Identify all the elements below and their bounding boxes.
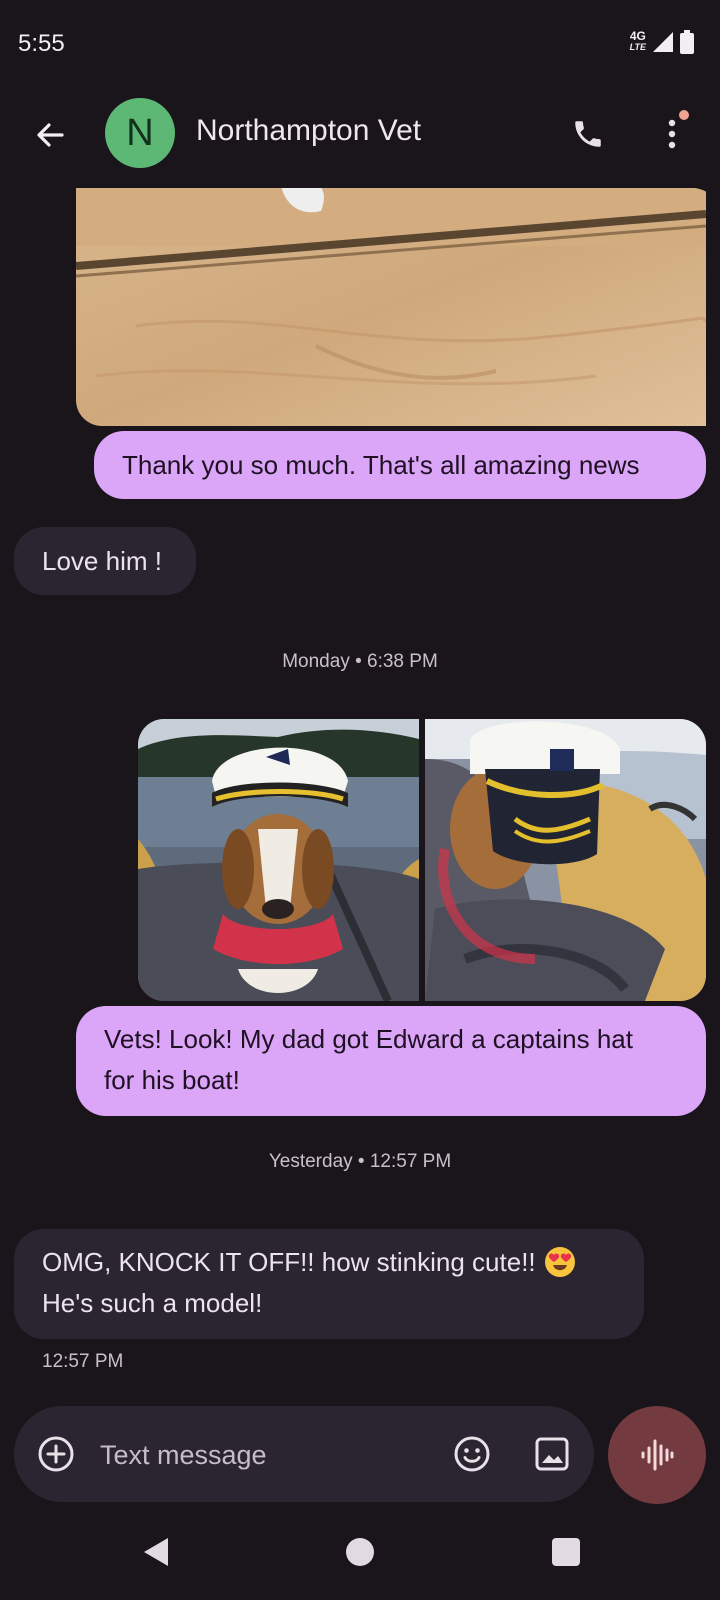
status-bar: 5:55 4G LTE [0,0,720,90]
emoji-icon [454,1436,490,1472]
heart-eyes-emoji-icon [544,1247,575,1277]
photo-attachment-group [138,719,706,1001]
contact-name[interactable]: Northampton Vet [196,114,421,148]
status-icons: 4G LTE [630,30,694,54]
message-timestamp: 12:57 PM [42,1351,124,1372]
outgoing-message-bubble[interactable]: Vets! Look! My dad got Edward a captains… [76,1006,706,1116]
message-input[interactable] [98,1432,422,1478]
add-attachment-button[interactable] [34,1432,78,1476]
conversation-header: N Northampton Vet [0,90,720,190]
outgoing-message-bubble[interactable]: Thank you so much. That's all amazing ne… [94,431,706,499]
network-type-indicator: 4G LTE [629,29,646,52]
message-thread[interactable]: Thank you so much. That's all amazing ne… [0,188,720,1400]
notification-dot [679,110,689,120]
message-text-line: Vets! Look! My dad got Edward a captains… [104,1024,633,1054]
voice-message-button[interactable] [608,1406,706,1504]
date-divider: Yesterday • 12:57 PM [268,1151,452,1172]
arrow-left-icon [37,123,64,147]
message-text: Love him ! [42,546,162,576]
message-photo[interactable] [138,719,419,1001]
message-photo[interactable] [425,719,706,1001]
plus-circle-icon [38,1436,74,1472]
incoming-message-bubble[interactable]: OMG, KNOCK IT OFF!! how stinking cute!! … [14,1229,644,1339]
message-text-line: OMG, KNOCK IT OFF!! how stinking cute!! [42,1241,576,1283]
message-photo[interactable] [76,188,706,426]
message-text: Thank you so much. That's all amazing ne… [122,450,640,480]
date-divider: Monday • 6:38 PM [282,651,438,672]
more-vertical-icon [668,119,676,149]
battery-icon [680,30,694,54]
phone-icon [575,121,601,147]
incoming-message-bubble[interactable]: Love him ! [14,527,196,595]
gallery-button[interactable] [528,1430,576,1478]
photo-dog-captain-hat-lake [138,719,419,1001]
system-navigation-bar [0,1512,720,1600]
compose-bar [14,1406,594,1502]
image-icon [535,1437,569,1471]
message-text: OMG, KNOCK IT OFF!! how stinking cute!! [42,1247,536,1277]
nav-recents-button[interactable] [552,1538,580,1566]
photo-wood-surface [76,188,706,426]
message-text-line: for his boat! [104,1065,240,1095]
nav-back-button[interactable] [136,1532,176,1572]
status-time: 5:55 [18,30,65,57]
call-button[interactable] [566,112,610,156]
emoji-button[interactable] [448,1430,496,1478]
back-button[interactable] [30,115,70,155]
triangle-back-icon [144,1538,168,1566]
message-text-line: He's such a model! [42,1288,263,1318]
signal-icon [653,32,673,52]
nav-home-button[interactable] [346,1538,374,1566]
contact-avatar[interactable]: N [105,98,175,168]
voice-icon [641,1439,674,1471]
photo-dog-captain-hat-closeup [425,719,706,1001]
